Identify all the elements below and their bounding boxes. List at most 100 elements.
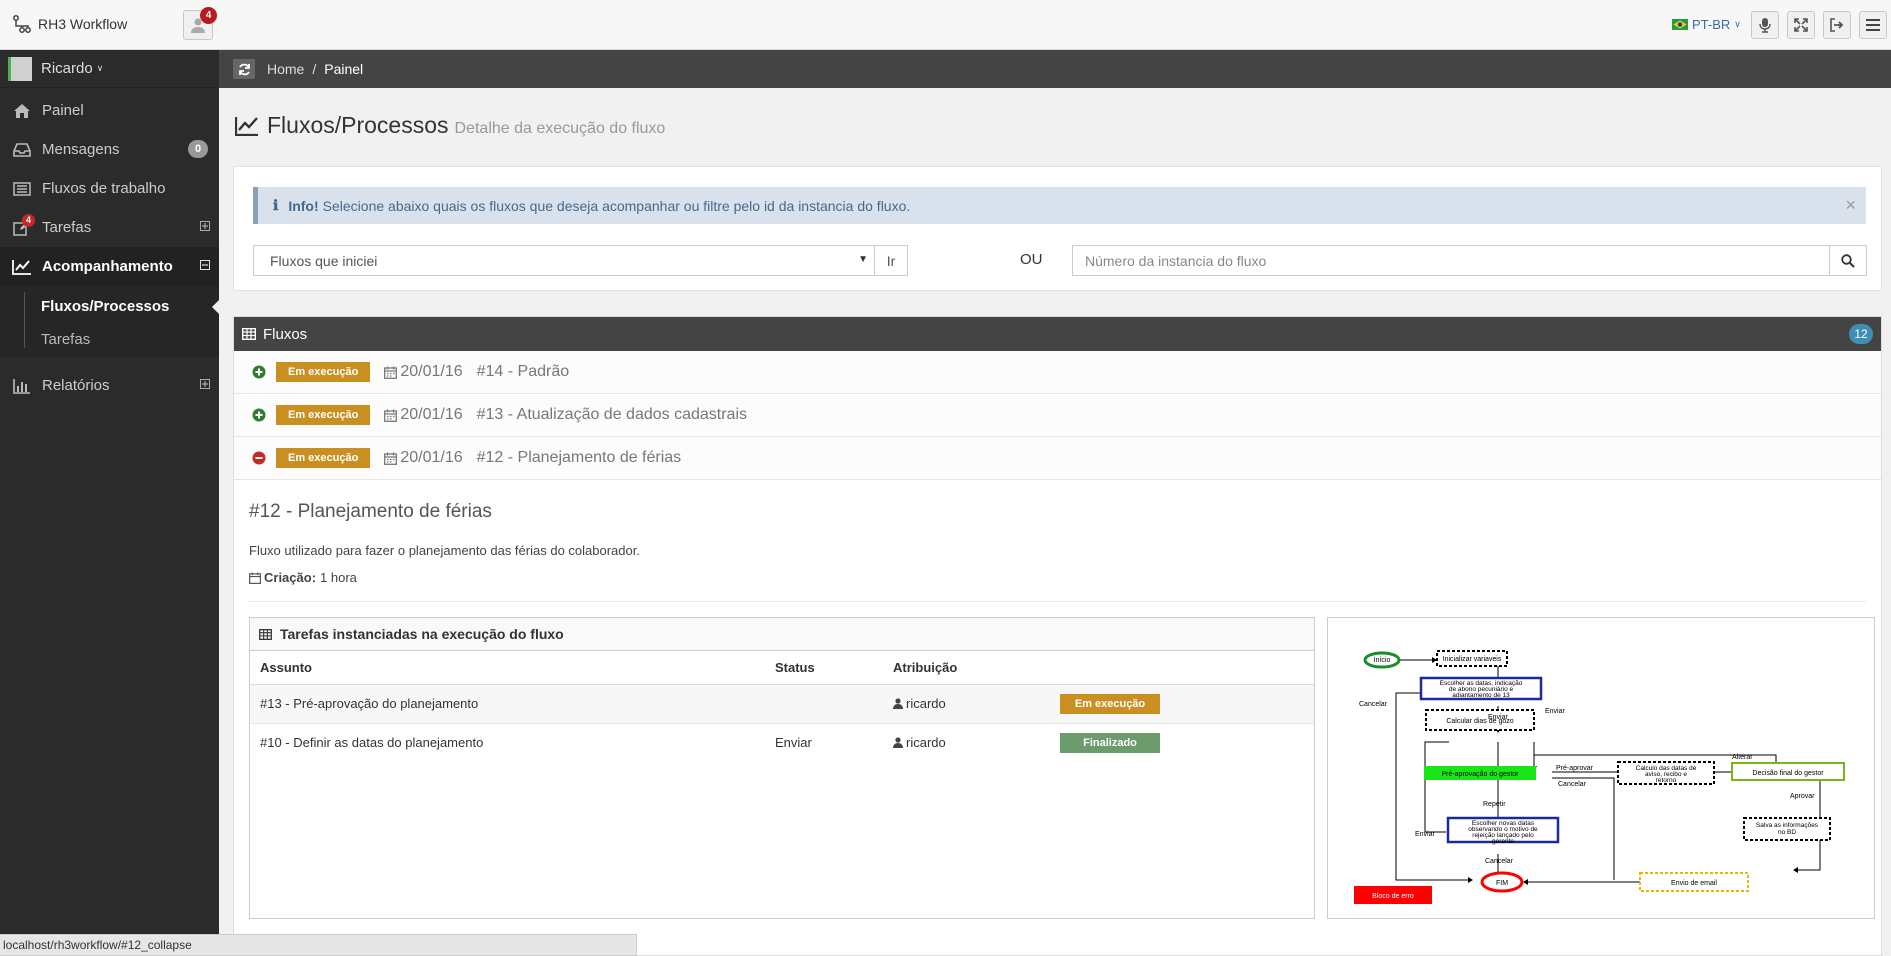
user-icon [893,737,903,748]
send-email-label: Envio de email [1671,880,1717,887]
sidebar-item-painel[interactable]: Painel [0,91,219,130]
list-icon [12,181,32,196]
tasks-table-panel: Tarefas instanciadas na execução do flux… [249,617,1315,919]
chart-icon [12,259,32,275]
search-icon [1841,253,1855,268]
flow-name: #13 - Atualização de dados cadastrais [476,406,748,423]
detail-title: #12 - Planejamento de férias [249,501,492,522]
workflow-diagram-svg: Início Inicializar variaveis Escolher as… [1354,650,1845,904]
breadcrumb-home[interactable]: Home [267,61,304,77]
sidebar-item-fluxos-de-trabalho[interactable]: Fluxos de trabalho [0,169,219,208]
edge-label-alterar: Alterar [1732,754,1753,761]
submenu-item-fluxos-processos[interactable]: Fluxos/Processos [0,290,219,323]
user-name: Ricardo [41,60,93,77]
pre-approval-label: Pré-aprovação do gestor [1441,771,1519,778]
caret-down-icon: ▼ [858,254,868,265]
task-assignee: ricardo [893,696,946,711]
logout-button[interactable] [1823,11,1851,39]
page-title: Fluxos/Processos [267,112,449,138]
col-header-status: Status [775,660,815,675]
instance-placeholder: Número da instancia do fluxo [1085,252,1267,269]
table-row[interactable]: #13 - Pré-aprovação do planejamento rica… [250,685,1314,724]
task-assignee: ricardo [893,735,946,750]
brand[interactable]: RH3 Workflow [12,14,127,34]
choose-dates-label-3: adiantamento de 13 [1452,692,1510,699]
flow-row[interactable]: Em execução 20/01/16 #14 - Padrão [234,351,1881,394]
edge-label-cancelar: Cancelar [1485,858,1514,865]
table-icon [259,628,272,640]
sidebar-item-tarefas[interactable]: 4 Tarefas [0,208,219,247]
chevron-down-icon: ∨ [96,63,104,73]
user-menu[interactable]: Ricardo ∨ [0,50,219,88]
inbox-icon [12,142,32,157]
task-subject: #13 - Pré-aprovação do planejamento [260,696,479,711]
expand-circle-icon[interactable] [252,365,266,379]
new-dates-label-4: gerente [1492,838,1514,845]
chart-icon [235,116,259,136]
search-button[interactable] [1829,245,1867,276]
or-label: OU [1020,251,1043,268]
message-count-badge: 0 [188,140,208,158]
fullscreen-button[interactable] [1787,11,1815,39]
sign-out-icon [1830,18,1844,32]
flow-date: 20/01/16 [400,449,463,466]
refresh-button[interactable] [233,59,255,79]
calendar-icon [384,409,398,422]
sidebar-item-label: Mensagens [42,141,120,158]
edge-label-enviar: Enviar [1545,708,1566,715]
microphone-button[interactable] [1751,11,1779,39]
expand-icon [1794,18,1808,32]
info-text: Selecione abaixo quais os fluxos que des… [322,197,911,214]
go-button[interactable]: Ir [874,245,908,276]
calendar-icon [384,452,398,465]
menu-button[interactable] [1859,11,1887,39]
submenu-item-tarefas[interactable]: Tarefas [0,323,219,356]
close-icon[interactable]: × [1845,195,1856,216]
calendar-icon [249,571,261,584]
error-block-label: Bloco de erro [1372,893,1414,900]
detail-description: Fluxo utilizado para fazer o planejament… [249,543,640,558]
sidebar-item-acompanhamento[interactable]: Acompanhamento [0,247,219,286]
info-alert: ℹ Info! Selecione abaixo quais os fluxos… [253,187,1866,224]
edge-label-cancelar: Cancelar [1558,781,1587,788]
table-row[interactable]: #10 - Definir as datas do planejamento E… [250,724,1314,763]
flow-filter-select[interactable]: Fluxos que iniciei ▼ [253,245,875,276]
task-status-badge: Finalizado [1060,733,1160,753]
save-info-label-1: Salva as informações [1756,822,1819,829]
brazil-flag-icon [1672,19,1688,30]
flow-row[interactable]: Em execução 20/01/16 #13 - Atualização d… [234,394,1881,437]
status-url: localhost/rh3workflow/#12_collapse [3,938,192,952]
sidebar-item-relatorios[interactable]: Relatórios [0,366,219,405]
notifications-button[interactable]: 4 [183,7,217,40]
status-badge: Em execução [276,362,371,382]
sitemap-icon [12,14,32,34]
tasks-table-header: Tarefas instanciadas na execução do flux… [250,618,1314,651]
start-label: Início [1374,657,1391,664]
edge-label-aprovar: Aprovar [1790,793,1815,800]
hamburger-icon [1866,19,1880,31]
collapse-circle-icon[interactable] [252,451,266,465]
sidebar-item-mensagens[interactable]: Mensagens 0 [0,130,219,169]
go-label: Ir [886,252,896,269]
browser-status-bar: localhost/rh3workflow/#12_collapse [0,934,637,956]
tasks-table-title: Tarefas instanciadas na execução do flux… [280,626,564,642]
instance-number-input[interactable]: Número da instancia do fluxo [1072,245,1830,276]
edge-label-cancelar: Cancelar [1359,701,1388,708]
calc-dates-label-3: retorno [1656,777,1677,784]
edge-label-repetir: Repetir [1483,801,1506,808]
calendar-icon [384,366,398,379]
page-header: Fluxos/Processos Detalhe da execução do … [235,112,665,139]
sidebar: Ricardo ∨ Painel Mensagens 0 Fluxos de t… [0,50,219,956]
fluxos-count-badge: 12 [1849,324,1873,344]
expand-plus-icon [200,379,210,389]
main-content: Fluxos/Processos Detalhe da execução do … [219,88,1891,956]
flow-name: #12 - Planejamento de férias [476,449,682,466]
status-badge: Em execução [276,448,371,468]
flow-row[interactable]: Em execução 20/01/16 #12 - Planejamento … [234,437,1881,480]
detail-creation: Criação: 1 hora [249,570,357,585]
end-label: FIM [1496,880,1508,887]
language-selector[interactable]: PT-BR ∨ [1672,17,1741,32]
microphone-icon [1758,17,1772,33]
edit-icon: 4 [12,213,35,236]
expand-circle-icon[interactable] [252,408,266,422]
